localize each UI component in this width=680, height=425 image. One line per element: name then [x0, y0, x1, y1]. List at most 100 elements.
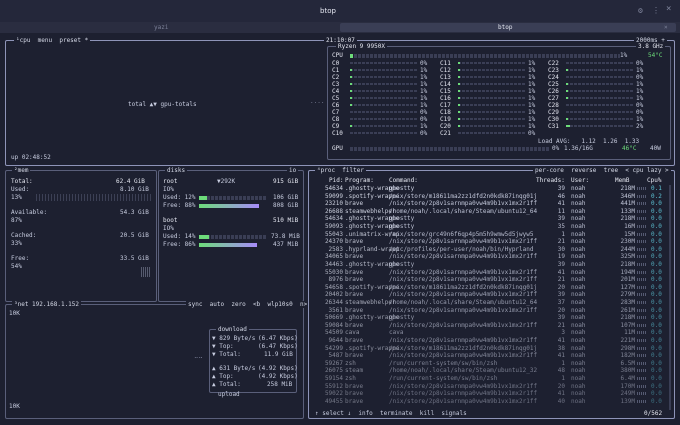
- disks-io-toggle[interactable]: io: [287, 167, 299, 174]
- uptime: up 02:48:52: [11, 154, 51, 161]
- settings-icon[interactable]: ⚙: [638, 7, 643, 15]
- col-pid[interactable]: Pid:: [329, 177, 343, 184]
- proc-mem: 11M: [624, 329, 635, 337]
- proc-mem-graph: [637, 285, 647, 289]
- proc-command: /nix/store/2p8v1sarnmpa0vw4m9b1vx1mx2r1f…: [389, 390, 538, 398]
- core-pct: 1%: [420, 123, 428, 130]
- col-mem[interactable]: MemB: [615, 177, 629, 184]
- disks-panel: disks io root ▼292K 915 GiB IO% Used: 12…: [158, 167, 304, 302]
- core-bar: [566, 83, 634, 85]
- core-bar: [566, 76, 634, 78]
- download-rate: ▼ 829 Byte/s: [212, 335, 256, 342]
- disk-used-bar: [199, 196, 267, 200]
- table-row[interactable]: 54299 .spotify-wrappe/nix/store/m18611ma2…: [309, 345, 667, 352]
- disks-panel-header[interactable]: disks: [165, 167, 188, 174]
- core-bar: [566, 118, 634, 120]
- table-row[interactable]: 23210 brave/nix/store/2p8v1sarnmpa0vw4m9b…: [309, 200, 667, 207]
- table-row[interactable]: 59099 .spotify-wrappe/nix/store/m18611ma2…: [309, 193, 667, 200]
- table-row[interactable]: 34065 brave/nix/store/2p8v1sarnmpa0vw4m9b…: [309, 253, 667, 260]
- proc-threads: 37: [557, 299, 565, 306]
- table-row[interactable]: 59267 zsh/run/current-system/sw/bin/zsh 1 n…: [309, 360, 667, 367]
- table-row[interactable]: 3561 brave/nix/store/2p8v1sarnmpa0vw4m9b1…: [309, 307, 667, 314]
- table-row[interactable]: 54658 .spotify-wrappe/nix/store/m18611ma2…: [309, 284, 667, 291]
- proc-cpu: 0.0: [651, 375, 662, 382]
- table-row[interactable]: 55030 brave/nix/store/2p8v1sarnmpa0vw4m9b…: [309, 269, 667, 276]
- proc-user: noah: [571, 192, 586, 200]
- cpu-freq: 3.8 GHz: [636, 43, 666, 50]
- proc-program: brave: [345, 238, 364, 246]
- table-row[interactable]: 54509 cava cava 3 noah 11M 0.0: [309, 329, 667, 336]
- gpu-graph-label[interactable]: total ▲▼ gpu-totals: [128, 101, 197, 108]
- proc-threads: 21: [557, 321, 565, 329]
- table-row[interactable]: 55912 brave/nix/store/2p8v1sarnmpa0vw4m9b…: [309, 383, 667, 390]
- menu-icon[interactable]: ⋮: [652, 7, 660, 15]
- proc-program: zsh: [345, 359, 356, 367]
- col-threads[interactable]: Threads:: [536, 177, 565, 184]
- net-graph-mark: ⣀⣀: [194, 352, 203, 359]
- table-row[interactable]: 59084 brave/nix/store/2p8v1sarnmpa0vw4m9b…: [309, 322, 667, 329]
- table-row[interactable]: 8976 brave/nix/store/2p8v1sarnmpa0vw4m9b1…: [309, 276, 667, 283]
- table-row[interactable]: 26344 steamwebhelper/home/noah/.local/sha…: [309, 299, 667, 306]
- tab-yazi[interactable]: yazi: [4, 23, 334, 32]
- core-label: C0: [332, 60, 340, 67]
- table-row[interactable]: 24370 brave/nix/store/2p8v1sarnmpa0vw4m9b…: [309, 238, 667, 245]
- core-label: C3: [332, 81, 340, 88]
- table-row[interactable]: 26075 steam/home/noah/.local/share/Steam/…: [309, 367, 667, 374]
- table-row[interactable]: 54634 .ghostty-wrappe ghostty 39 noah 218M 0.0: [309, 215, 667, 222]
- table-row[interactable]: 50669 .ghostty-wrappe ghostty 39 noah 218M 0.0: [309, 314, 667, 321]
- table-row[interactable]: 34463 .ghostty-wrappe ghostty 39 noah 218M 0.0: [309, 261, 667, 268]
- proc-pid: 55043: [324, 230, 343, 238]
- table-row[interactable]: 5487 brave/nix/store/2p8v1sarnmpa0vw4m9b1…: [309, 352, 667, 359]
- proc-program: brave: [345, 382, 364, 390]
- proc-cpu: 0.0: [651, 245, 662, 253]
- proc-footer[interactable]: ↑ select ↓ info terminate kill signals: [315, 410, 467, 417]
- cpu-panel-header[interactable]: ¹cpu menu preset *: [14, 37, 91, 44]
- disk-free-value: 808 GiB: [273, 202, 299, 209]
- table-row[interactable]: 59022 brave/nix/store/2p8v1sarnmpa0vw4m9b…: [309, 390, 667, 397]
- col-user[interactable]: User:: [571, 177, 589, 184]
- net-controls[interactable]: sync auto zero <b wlp10s0 n>: [186, 301, 310, 308]
- col-program[interactable]: Program:: [345, 177, 374, 184]
- tab-btop[interactable]: btop ×: [340, 23, 676, 32]
- disk-used-bar-fill: [199, 196, 208, 200]
- table-row[interactable]: 26688 steamwebhelper/home/noah/.local/sha…: [309, 208, 667, 215]
- proc-pid: 54658: [324, 283, 343, 291]
- proc-mem: 133M: [620, 207, 635, 215]
- core-bar: [566, 62, 634, 64]
- close-tab-icon[interactable]: ×: [664, 24, 668, 31]
- proc-program: brave: [345, 291, 364, 299]
- proc-options[interactable]: per-core reverse tree < cpu lazy >: [533, 167, 671, 174]
- table-row[interactable]: 54634 .ghostty-wrappe ghostty 39 noah 218M 0.1: [309, 185, 667, 192]
- proc-threads: 39: [557, 215, 565, 223]
- table-row[interactable]: 20402 brave/nix/store/2p8v1sarnmpa0vw4m9b…: [309, 291, 667, 298]
- proc-pid: 23210: [324, 200, 343, 208]
- core-bar-fill: [566, 69, 569, 71]
- proc-threads: 41: [557, 268, 565, 276]
- table-row[interactable]: 2583 .hyprland-wrapp/etc/profiles/per-use…: [309, 246, 667, 253]
- core-pct: 1%: [636, 116, 644, 123]
- close-icon[interactable]: ×: [666, 5, 671, 14]
- mem-panel-header[interactable]: ²mem: [12, 167, 31, 174]
- col-command[interactable]: Command:: [389, 177, 418, 184]
- col-cpu[interactable]: Cpu%: [647, 177, 661, 184]
- table-row[interactable]: 49455 brave/nix/store/2p8v1sarnmpa0vw4m9b…: [309, 398, 667, 405]
- table-row[interactable]: 9644 brave/nix/store/2p8v1sarnmpa0vw4m9b1…: [309, 337, 667, 344]
- disk-free-label: Free: 88%: [163, 202, 196, 209]
- proc-panel-header[interactable]: ⁴proc filter: [315, 167, 366, 174]
- proc-mem: 325M: [620, 253, 635, 261]
- proc-cpu: 0.0: [651, 283, 662, 291]
- table-row[interactable]: 59093 .ghostty-wrappe ghostty 35 noah 16M 0.0: [309, 223, 667, 230]
- disk-free-label: Free: 86%: [163, 241, 196, 248]
- proc-user: noah: [571, 207, 586, 215]
- net-panel-header[interactable]: ³net 192.168.1.152: [12, 301, 82, 308]
- mem-cached-label: Cached:: [11, 232, 37, 239]
- disk-io-rate: ▼292K: [217, 178, 236, 185]
- proc-threads: 20: [557, 306, 565, 314]
- proc-cpu: 0.0: [651, 200, 662, 208]
- proc-scrollbar[interactable]: [669, 185, 671, 410]
- table-row[interactable]: 55043 .unimatrix-wrap/nix/store/grc49n6f6…: [309, 231, 667, 238]
- core-bar-fill: [458, 62, 461, 64]
- table-row[interactable]: 59154 zsh/run/current-system/sw/bin/zsh 1 n…: [309, 375, 667, 382]
- proc-mem-graph: [637, 399, 647, 403]
- core-bar-fill: [458, 69, 461, 71]
